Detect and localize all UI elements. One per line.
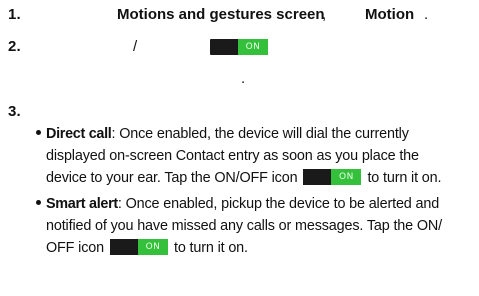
bullet-text-line: to turn it on. bbox=[367, 170, 442, 186]
bullet-text-line: : Once enabled, pickup the device to be … bbox=[117, 196, 440, 212]
bullet-term: Direct call bbox=[46, 126, 112, 142]
bullet-text-line: OFF icon bbox=[46, 240, 104, 256]
toggle-switch-icon: ON bbox=[210, 39, 268, 55]
step-1-screen-name: Motions and gestures screen bbox=[117, 6, 325, 23]
bullet-direct-call: Direct call: Once enabled, the device wi… bbox=[36, 123, 472, 189]
step-2-period: . bbox=[241, 70, 246, 87]
step-1-number: 1. bbox=[8, 6, 21, 23]
bullet-dot-icon bbox=[36, 129, 41, 135]
toggle-switch-icon: ON bbox=[303, 169, 362, 186]
bullet-text-line: displayed on-screen Contact entry as soo… bbox=[46, 148, 419, 164]
bullet-dot-icon bbox=[36, 199, 41, 205]
step-2-number: 2. bbox=[8, 38, 21, 55]
bullet-text-line: notified of you have missed any calls or… bbox=[46, 218, 442, 234]
bullet-text-line: device to your ear. Tap the ON/OFF icon bbox=[46, 170, 298, 186]
step-1-comma: , bbox=[322, 6, 327, 23]
bullet-text-line: to turn it on. bbox=[173, 240, 248, 256]
step-2-slash: / bbox=[133, 38, 138, 55]
toggle-switch-icon: ON bbox=[109, 239, 168, 256]
bullet-smart-alert: Smart alert: Once enabled, pickup the de… bbox=[36, 193, 472, 259]
toggle-on-label: ON bbox=[331, 169, 362, 186]
bullet-text-line: : Once enabled, the device will dial the… bbox=[111, 126, 409, 142]
toggle-on-label: ON bbox=[137, 239, 168, 256]
manual-page: 1. Motions and gestures screen , Motion … bbox=[0, 0, 479, 296]
step-1-period: . bbox=[424, 6, 429, 23]
step-3-number: 3. bbox=[8, 103, 21, 120]
bullet-term: Smart alert bbox=[46, 196, 118, 212]
toggle-on-label: ON bbox=[238, 39, 268, 55]
step-1-motion-label: Motion bbox=[365, 6, 415, 23]
